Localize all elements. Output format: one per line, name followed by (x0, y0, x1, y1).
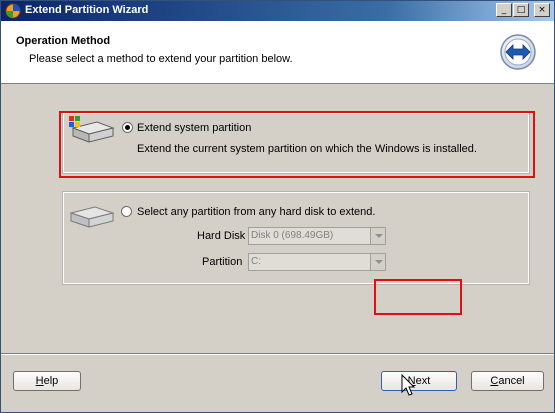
hard-disk-icon (69, 206, 115, 228)
partition-combobox[interactable]: C: (248, 253, 386, 271)
title-bar[interactable]: Extend Partition Wizard _ □ × (1, 1, 554, 21)
partition-label: Partition (202, 256, 243, 268)
extend-system-partition-description: Extend the current system partition on w… (137, 143, 477, 155)
minimize-button[interactable]: _ (496, 3, 512, 17)
mouse-cursor-icon (401, 374, 416, 396)
next-highlight-box (374, 279, 462, 315)
select-any-partition-label[interactable]: Select any partition from any hard disk … (137, 206, 375, 218)
help-accelerator: H (35, 375, 44, 387)
system-disk-icon (69, 116, 115, 143)
help-label: elp (43, 375, 59, 387)
hard-disk-value: Disk 0 (698.49GB) (251, 230, 334, 241)
extend-system-partition-radio[interactable] (122, 122, 133, 133)
page-subtitle: Please select a method to extend your pa… (29, 53, 293, 65)
window-title: Extend Partition Wizard (25, 4, 149, 16)
page-title: Operation Method (16, 35, 111, 47)
wizard-header: Operation Method Please select a method … (1, 21, 554, 84)
select-any-partition-radio[interactable] (121, 206, 132, 217)
app-icon (5, 3, 21, 19)
hard-disk-label: Hard Disk (197, 230, 246, 242)
next-button[interactable]: Next (381, 371, 457, 391)
wizard-arrows-icon (500, 34, 536, 70)
help-button[interactable]: Help (13, 371, 81, 391)
chevron-down-icon[interactable] (370, 254, 385, 270)
cancel-label: ancel (498, 375, 525, 387)
hard-disk-combobox[interactable]: Disk 0 (698.49GB) (248, 227, 386, 245)
wizard-body: Extend system partition Extend the curre… (1, 84, 554, 354)
next-label: ext (415, 375, 431, 387)
close-button[interactable]: × (534, 3, 550, 17)
maximize-button[interactable]: □ (513, 3, 529, 17)
cancel-button[interactable]: Cancel (471, 371, 544, 391)
chevron-down-icon[interactable] (370, 228, 385, 244)
extend-system-partition-label[interactable]: Extend system partition (137, 122, 251, 134)
extend-partition-wizard-window: Extend Partition Wizard _ □ × Operation … (0, 0, 555, 413)
footer-divider (1, 353, 554, 355)
partition-value: C: (251, 256, 261, 267)
